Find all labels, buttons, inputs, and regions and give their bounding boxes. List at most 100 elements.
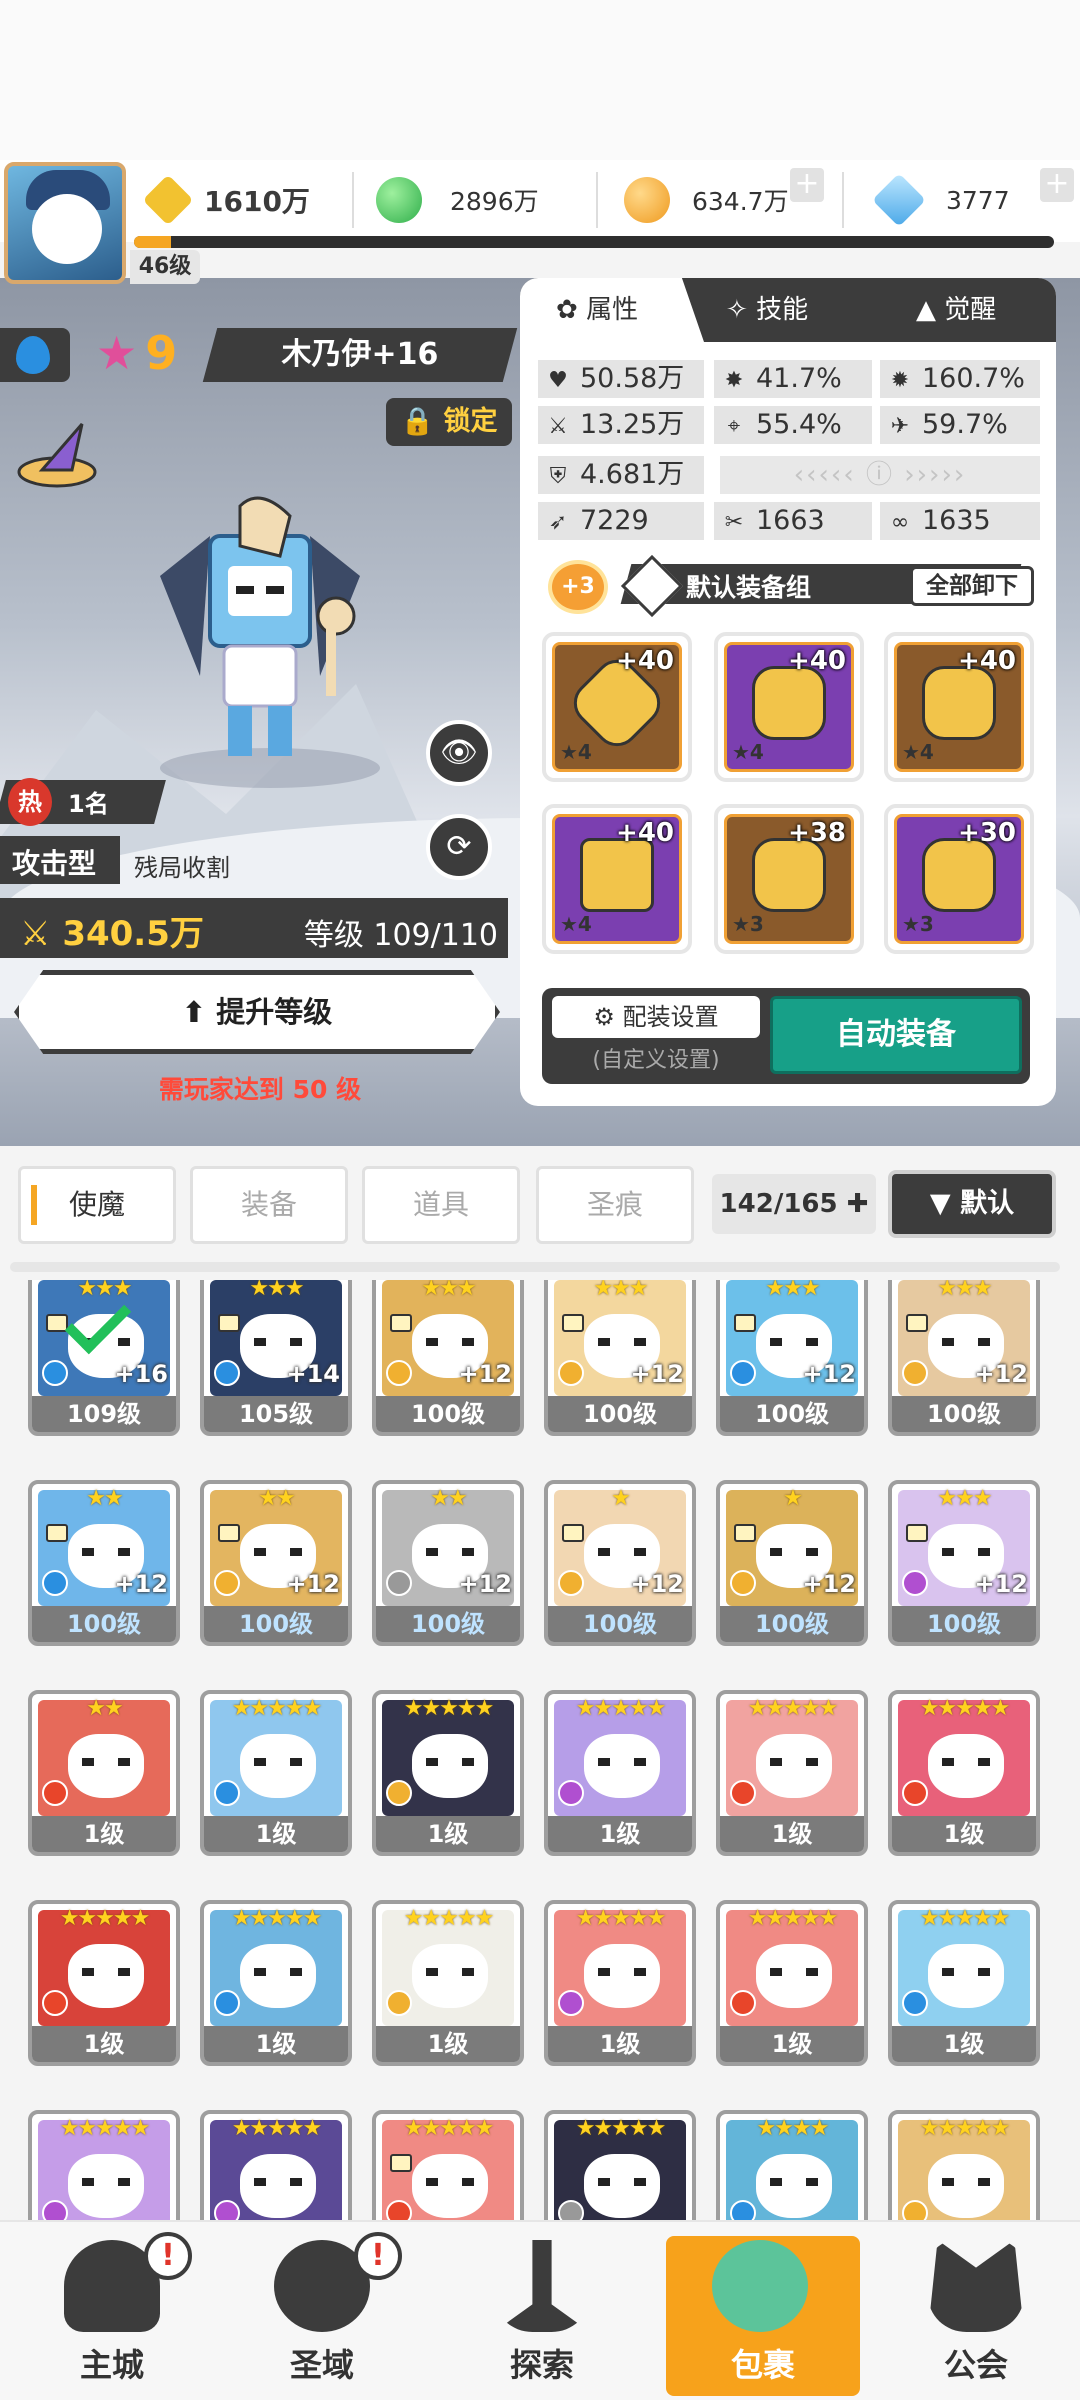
- diamond-resource[interactable]: 3777: [872, 168, 1010, 232]
- star-rating: ★★★★★: [575, 2116, 667, 2141]
- familiar-card[interactable]: ★★★★★ 1级: [544, 1900, 696, 2066]
- familiar-card[interactable]: ★ +12 100级: [716, 1480, 868, 1646]
- familiar-card[interactable]: ★★★★★ 1级: [372, 1690, 524, 1856]
- equip-stars: ★4: [560, 912, 592, 936]
- familiar-card[interactable]: ★★★★★: [888, 2110, 1040, 2220]
- familiar-card[interactable]: ★★★★★ 1级: [200, 1690, 352, 1856]
- familiar-card[interactable]: ★★★★★ 1级: [716, 1900, 868, 2066]
- familiar-card[interactable]: ★★★★★: [200, 2110, 352, 2220]
- equip-bonus-badge[interactable]: +3: [548, 560, 608, 614]
- equipment-slot-boots[interactable]: +30 ★3: [884, 804, 1034, 954]
- power-resource: 1610万: [142, 168, 310, 232]
- familiar-card[interactable]: ★★★ +14 105级: [200, 1280, 352, 1436]
- star-rating: ★★: [86, 1486, 123, 1511]
- crossed-swords-icon: [142, 174, 194, 226]
- xp-progress-fill: [134, 236, 171, 248]
- star-rating: ★★★★★: [231, 2116, 323, 2141]
- familiar-card[interactable]: ★★★★★ 1级: [544, 1690, 696, 1856]
- familiar-card[interactable]: ★★★★★: [372, 2110, 524, 2220]
- element-icon: [386, 1990, 412, 2016]
- hero-power: ⚔ 340.5万: [20, 914, 204, 954]
- familiar-card[interactable]: ★★★ +16 109级: [28, 1280, 180, 1436]
- equip-level: +40: [616, 818, 674, 848]
- sort-dropdown[interactable]: ▼ 默认: [888, 1170, 1056, 1238]
- hidden-stats-row[interactable]: ‹‹‹‹‹ ⓘ ›››››: [720, 456, 1040, 494]
- hero-star-count: ★ 9: [96, 326, 177, 380]
- familiar-eyes: [598, 1758, 646, 1766]
- familiar-level: 100级: [892, 1606, 1036, 1642]
- equip-level: +30: [958, 818, 1016, 848]
- tab-stigma[interactable]: 圣痕: [536, 1166, 694, 1244]
- familiar-card[interactable]: ★★ +12 100级: [28, 1480, 180, 1646]
- familiar-card[interactable]: ★★ +12 100级: [200, 1480, 352, 1646]
- familiar-card[interactable]: ★★★★★ 1级: [200, 1900, 352, 2066]
- familiar-plus: +12: [802, 1360, 856, 1388]
- auto-equip-button[interactable]: 自动装备: [770, 996, 1022, 1074]
- familiar-card[interactable]: ★★★★★ 1级: [372, 1900, 524, 2066]
- familiar-level: 109级: [32, 1396, 176, 1432]
- lock-button[interactable]: 🔒 锁定: [386, 398, 512, 446]
- stat-value: 41.7%: [756, 363, 842, 394]
- star-rating: ★★★★★: [231, 1906, 323, 1931]
- familiar-card[interactable]: ★★★ +12 100级: [372, 1280, 524, 1436]
- star-rating: ★★★★★: [919, 1906, 1011, 1931]
- view-model-button[interactable]: 👁: [426, 720, 492, 786]
- config-button[interactable]: ⚙ 配装设置: [552, 996, 760, 1038]
- familiar-card[interactable]: ★★★ +12 100级: [544, 1280, 696, 1436]
- armor-icon: [922, 666, 996, 740]
- gold-resource[interactable]: 634.7万: [624, 168, 789, 232]
- add-diamond-button[interactable]: +: [1040, 168, 1074, 202]
- tab-items[interactable]: 道具: [362, 1166, 520, 1244]
- familiar-card[interactable]: ★★★★★ 1级: [28, 1900, 180, 2066]
- familiar-card[interactable]: ★★★★★ 1级: [888, 1690, 1040, 1856]
- element-icon: [214, 1780, 240, 1806]
- add-gold-button[interactable]: +: [790, 168, 824, 202]
- equipment-slot-helmet[interactable]: +40 ★4: [714, 632, 864, 782]
- familiar-card[interactable]: ★★★ +12 100级: [716, 1280, 868, 1436]
- familiar-card[interactable]: ★ +12 100级: [544, 1480, 696, 1646]
- tab-skills[interactable]: ✧ 技能: [726, 278, 876, 342]
- equipment-slot-necklace[interactable]: +38 ★3: [714, 804, 864, 954]
- tab-attributes[interactable]: ✿ 属性: [520, 278, 704, 342]
- equipment-slot-sword[interactable]: +40 ★4: [542, 632, 692, 782]
- unequip-all-button[interactable]: 全部卸下: [910, 566, 1034, 606]
- nav-guild[interactable]: 公会: [886, 2236, 1066, 2396]
- gold-value: 634.7万: [692, 187, 789, 216]
- equipment-slot-armor[interactable]: +40 ★4: [884, 632, 1034, 782]
- familiar-plus: +12: [458, 1360, 512, 1388]
- rotate-button[interactable]: ⟳: [426, 814, 492, 880]
- nav-label: 公会: [943, 2346, 1008, 2384]
- star-rating: ★★★★★: [59, 1906, 151, 1931]
- element-icon: [730, 1570, 756, 1596]
- tab-awaken[interactable]: ▲ 觉醒: [916, 278, 1056, 342]
- stat-value: 1635: [922, 505, 991, 536]
- stat-speed: ➶ 7229: [538, 502, 704, 540]
- familiar-card[interactable]: ★★★★★: [544, 2110, 696, 2220]
- tab-equipment[interactable]: 装备: [190, 1166, 348, 1244]
- familiar-card[interactable]: ★★★★: [716, 2110, 868, 2220]
- sword-icon: ⚔: [548, 414, 568, 439]
- familiar-card[interactable]: ★★★★★: [28, 2110, 180, 2220]
- dodge-icon: ✈: [890, 414, 910, 439]
- player-avatar[interactable]: [4, 162, 126, 284]
- tab-familiars[interactable]: 使魔: [18, 1166, 176, 1244]
- nav-bag[interactable]: 包裹: [666, 2236, 860, 2396]
- element-icon: [386, 1570, 412, 1596]
- familiar-card[interactable]: ★★★ +12 100级: [888, 1280, 1040, 1436]
- element-icon: [902, 1570, 928, 1596]
- equipment-slot-belt[interactable]: +40 ★4: [542, 804, 692, 954]
- upgrade-level-button[interactable]: ⬆ 提升等级: [14, 970, 500, 1054]
- capacity-counter[interactable]: 142/165 ✚: [712, 1174, 876, 1234]
- familiar-card[interactable]: ★★ +12 100级: [372, 1480, 524, 1646]
- familiar-card[interactable]: ★★★★★ 1级: [888, 1900, 1040, 2066]
- familiar-eyes: [770, 1758, 818, 1766]
- familiar-card[interactable]: ★★ 1级: [28, 1690, 180, 1856]
- familiar-card[interactable]: ★★★ +12 100级: [888, 1480, 1040, 1646]
- familiar-card[interactable]: ★★★★★ 1级: [716, 1690, 868, 1856]
- equip-stars: ★4: [902, 740, 934, 764]
- wizard-hat-icon[interactable]: [12, 412, 102, 492]
- green-gem-value: 2896万: [450, 187, 539, 216]
- lock-icon: [218, 1314, 240, 1332]
- resist-icon: ∞: [890, 510, 910, 535]
- nav-explore[interactable]: 探索: [452, 2236, 632, 2396]
